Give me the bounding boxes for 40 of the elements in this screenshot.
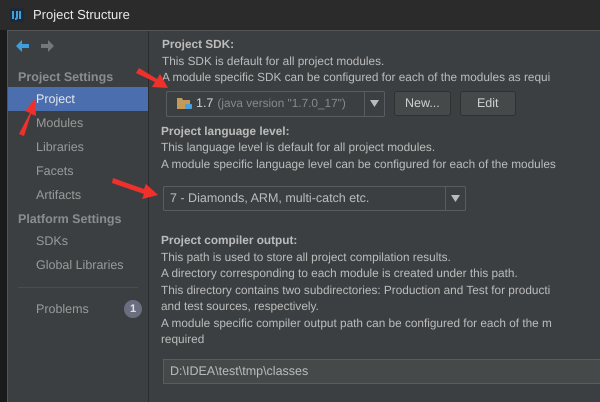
app-logo-icon xyxy=(9,7,25,23)
sidebar-item[interactable]: Global Libraries xyxy=(8,253,148,277)
sidebar-item[interactable]: Facets xyxy=(8,159,148,183)
sidebar-item[interactable]: Project xyxy=(8,87,148,111)
window-title: Project Structure xyxy=(33,6,130,24)
section-header: Project Settings xyxy=(17,68,114,86)
sidebar-item[interactable]: Artifacts xyxy=(8,183,148,207)
description-text: This SDK is default for all project modules. xyxy=(161,52,384,69)
dropdown-caret-icon xyxy=(370,100,379,107)
section-header: Platform Settings xyxy=(17,210,122,228)
sidebar-item[interactable]: Problems xyxy=(36,300,89,318)
annotation-arrow xyxy=(136,68,168,88)
sidebar-item[interactable]: SDKs xyxy=(8,229,148,253)
dialog-button[interactable]: Edit xyxy=(460,91,516,116)
description-text: required xyxy=(161,331,204,348)
annotation-arrow xyxy=(19,99,36,136)
description-text: This language level is default for all project modules. xyxy=(161,139,436,156)
section-title: Project compiler output: xyxy=(161,232,298,248)
description-text: A directory corresponding to each module is created under this path. xyxy=(161,265,518,282)
description-text: and test sources, respectively. xyxy=(161,298,319,314)
problem-count: 1 xyxy=(124,300,142,318)
sdk-detail: (java version "1.7.0_17") xyxy=(217,95,346,112)
back-arrow-icon[interactable] xyxy=(16,40,29,52)
output-path-field[interactable]: D:\IDEA\test\tmp\classes xyxy=(163,358,600,384)
sidebar-item[interactable]: Libraries xyxy=(8,135,148,159)
dropdown-caret-icon xyxy=(451,195,460,202)
sidebar-item[interactable]: Modules xyxy=(8,111,148,135)
language-level-dropdown[interactable]: 7 - Diamonds, ARM, multi-catch etc. xyxy=(163,186,466,211)
section-title: Project language level: xyxy=(161,122,290,139)
forward-arrow-icon[interactable] xyxy=(41,40,54,52)
annotation-arrow xyxy=(112,178,158,199)
dialog-button[interactable]: New... xyxy=(394,91,451,116)
description-text: A module specific compiler output path can be configured for each of the m xyxy=(161,314,552,331)
description-text: This directory contains two subdirectories: Production and Test for producti xyxy=(161,282,550,298)
folder-icon xyxy=(177,97,192,110)
sdk-dropdown[interactable]: 1.7 (java version "1.7.0_17") xyxy=(166,90,385,116)
description-text: This path is used to store all project compilation results. xyxy=(161,248,451,265)
sdk-version: 1.7 xyxy=(196,95,214,112)
section-title: Project SDK: xyxy=(161,36,236,52)
description-text: A module specific language level can be configured for each of the modules xyxy=(161,156,556,172)
